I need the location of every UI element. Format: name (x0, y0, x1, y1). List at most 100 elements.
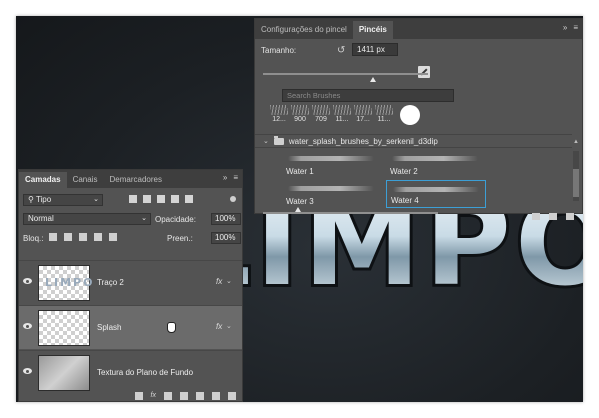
tab-brushes[interactable]: Pincéis (352, 21, 393, 39)
lock-icons (49, 233, 117, 241)
preset-brush[interactable]: 17... (354, 105, 372, 125)
layers-panel: Camadas Canais Demarcadores » ≡ ⚲ Tipo ⌄… (18, 169, 243, 402)
preset-size: 11... (335, 116, 349, 123)
size-slider-thumb[interactable] (370, 77, 376, 82)
layer-name[interactable]: Textura do Plano de Fundo (97, 368, 193, 377)
preview-size-thumb[interactable] (295, 207, 301, 212)
size-slider[interactable] (263, 73, 428, 75)
layer-filter-select[interactable]: ⚲ Tipo ⌄ (23, 194, 103, 206)
fill-input[interactable]: 100% (211, 232, 241, 244)
lock-position-icon[interactable] (79, 233, 87, 241)
layer-thumbnail: LIMPO (38, 265, 92, 301)
new-brush-icon[interactable] (549, 213, 557, 220)
brush-name: Water 2 (390, 167, 418, 176)
tab-paths[interactable]: Demarcadores (103, 172, 167, 188)
new-group-icon[interactable] (196, 392, 204, 400)
size-row: Tamanho: ↺ 1411 px (261, 43, 398, 56)
tab-layers[interactable]: Camadas (19, 172, 67, 188)
type-filter-icon[interactable] (157, 195, 165, 203)
folder-name: water_splash_brushes_by_serkenil_d3dip (288, 136, 438, 146)
reset-size-icon[interactable]: ↺ (337, 45, 345, 56)
preset-size: 11... (377, 116, 391, 123)
chevron-down-icon: ⌄ (93, 196, 99, 203)
layer-row-selected[interactable]: Splash fx ⌄ (19, 305, 242, 349)
lock-pixels-icon[interactable] (64, 233, 72, 241)
preset-brush[interactable]: 12... (270, 105, 288, 125)
shape-filter-icon[interactable] (171, 195, 179, 203)
thumbnail-text: LIMPO (45, 276, 95, 289)
pixel-filter-icon[interactable] (129, 195, 137, 203)
collapse-icon[interactable]: » (563, 23, 567, 32)
layers-footer: fx (19, 392, 242, 402)
edit-brush-icon[interactable] (418, 66, 430, 78)
eye-icon[interactable] (23, 278, 32, 284)
trash-icon[interactable] (228, 392, 236, 400)
lock-transparency-icon[interactable] (49, 233, 57, 241)
brush-item[interactable]: Water 2 (386, 150, 486, 178)
adjustment-filter-icon[interactable] (143, 195, 151, 203)
folder-icon (273, 135, 284, 145)
fx-menu-icon[interactable]: fx (151, 392, 156, 400)
scroll-up-icon[interactable]: ▲ (573, 139, 579, 145)
eye-icon[interactable] (23, 368, 32, 374)
new-layer-icon[interactable] (212, 392, 220, 400)
link-layers-icon[interactable] (134, 392, 143, 400)
eye-icon[interactable] (23, 323, 32, 329)
preset-size: 17... (356, 116, 370, 123)
chevron-down-icon[interactable]: ⌄ (226, 322, 232, 330)
tab-channels[interactable]: Canais (67, 172, 104, 188)
preset-brush[interactable]: 709 (312, 105, 330, 125)
scroll-thumb[interactable] (573, 169, 579, 197)
opacity-input[interactable]: 100% (211, 213, 241, 225)
preset-size: 900 (294, 116, 306, 123)
fill-label: Preen.: (167, 234, 193, 243)
brush-list-scrollbar[interactable] (573, 151, 579, 201)
collapse-icon[interactable]: » (223, 173, 227, 182)
brush-item[interactable]: Water 1 (282, 150, 382, 178)
layer-name[interactable]: Traço 2 (97, 278, 124, 287)
brush-folder[interactable]: ⌄ water_splash_brushes_by_serkenil_d3dip (255, 134, 572, 148)
preset-brush[interactable]: 11... (375, 105, 393, 125)
lock-artboard-icon[interactable] (94, 233, 102, 241)
brush-item-selected[interactable]: Water 4 (386, 180, 486, 208)
panel-menu-icon[interactable]: ≡ (573, 23, 578, 32)
tab-brush-settings[interactable]: Configurações do pincel (255, 21, 353, 39)
fx-icon[interactable]: fx (216, 277, 222, 286)
panel-controls: » ≡ (563, 23, 578, 32)
smart-object-filter-icon[interactable] (185, 195, 193, 203)
preview-size-slider[interactable] (263, 212, 438, 214)
layers-tabbar: Camadas Canais Demarcadores » ≡ (19, 170, 242, 188)
brush-name: Water 3 (286, 197, 314, 206)
fx-icon[interactable]: fx (216, 322, 222, 331)
layer-name[interactable]: Splash (97, 323, 121, 332)
search-icon: ⚲ (28, 195, 36, 204)
brushes-footer (532, 213, 574, 220)
search-brushes-input[interactable]: Search Brushes (282, 89, 454, 102)
preset-brush[interactable]: 11... (333, 105, 351, 125)
opacity-label: Opacidade: (155, 215, 196, 224)
layer-filter-icons (129, 195, 193, 203)
panel-menu-icon[interactable]: ≡ (233, 173, 238, 182)
size-input[interactable]: 1411 px (352, 43, 398, 56)
layer-thumbnail (38, 310, 90, 346)
brush-item[interactable]: Water 3 (282, 180, 382, 208)
layer-mask-icon[interactable] (164, 392, 172, 400)
adjustment-layer-icon[interactable] (180, 392, 188, 400)
lock-all-icon[interactable] (109, 233, 117, 241)
size-label: Tamanho: (261, 46, 297, 55)
layer-thumbnail (38, 355, 90, 391)
filter-toggle[interactable] (230, 196, 236, 202)
layer-row[interactable]: LIMPO Traço 2 fx ⌄ (19, 260, 242, 304)
filter-kind: Tipo (35, 195, 52, 204)
blend-mode-value: Normal (28, 214, 54, 223)
chevron-down-icon[interactable]: ⌄ (263, 137, 269, 145)
layer-row[interactable]: Textura do Plano de Fundo (19, 350, 242, 394)
blend-mode-select[interactable]: Normal ⌄ (23, 213, 151, 225)
trash-icon[interactable] (566, 213, 574, 220)
chevron-down-icon[interactable]: ⌄ (226, 277, 232, 285)
preset-brush[interactable]: 900 (291, 105, 309, 125)
photoshop-window: LIMPO Configurações do pincel Pincéis » … (16, 16, 583, 402)
round-brush-preset[interactable] (400, 105, 420, 125)
new-group-icon[interactable] (532, 213, 540, 220)
brushes-tabbar: Configurações do pincel Pincéis » ≡ (255, 19, 582, 39)
